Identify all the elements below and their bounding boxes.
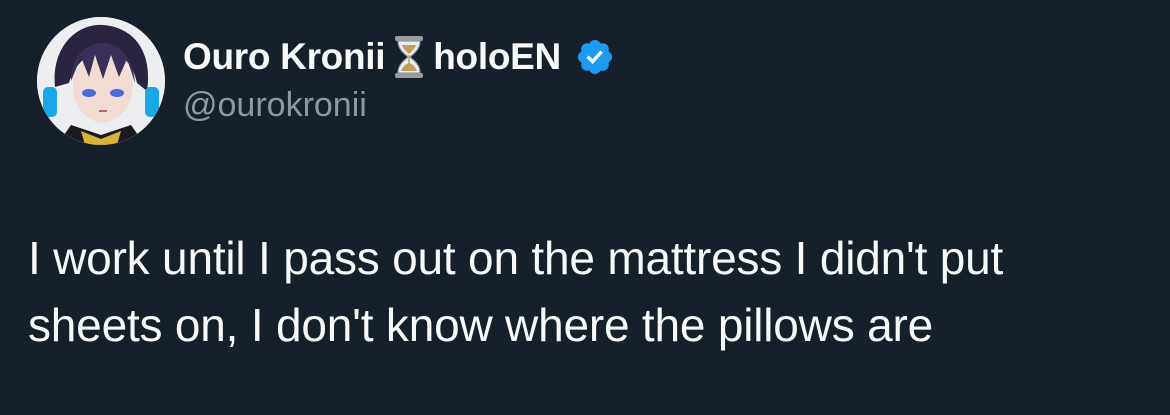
author-name-row[interactable]: Ouro Kronii holoEN	[183, 32, 615, 82]
verified-badge-icon[interactable]	[575, 37, 615, 77]
tweet-text-line-2: sheets on, I don't know where the pillow…	[28, 299, 933, 351]
tweet-text: I work until I pass out on the mattress …	[28, 225, 1148, 359]
avatar[interactable]	[37, 17, 165, 145]
tweet-card: Ouro Kronii holoEN @ourokronii I work un…	[0, 0, 1170, 415]
tweet-text-line-1: I work until I pass out on the mattress …	[28, 232, 1004, 284]
author-handle[interactable]: @ourokronii	[183, 86, 367, 125]
display-name-part2[interactable]: holoEN	[433, 36, 561, 78]
avatar-image	[37, 17, 165, 145]
display-name-part1[interactable]: Ouro Kronii	[183, 36, 386, 78]
hourglass-icon	[392, 34, 426, 80]
